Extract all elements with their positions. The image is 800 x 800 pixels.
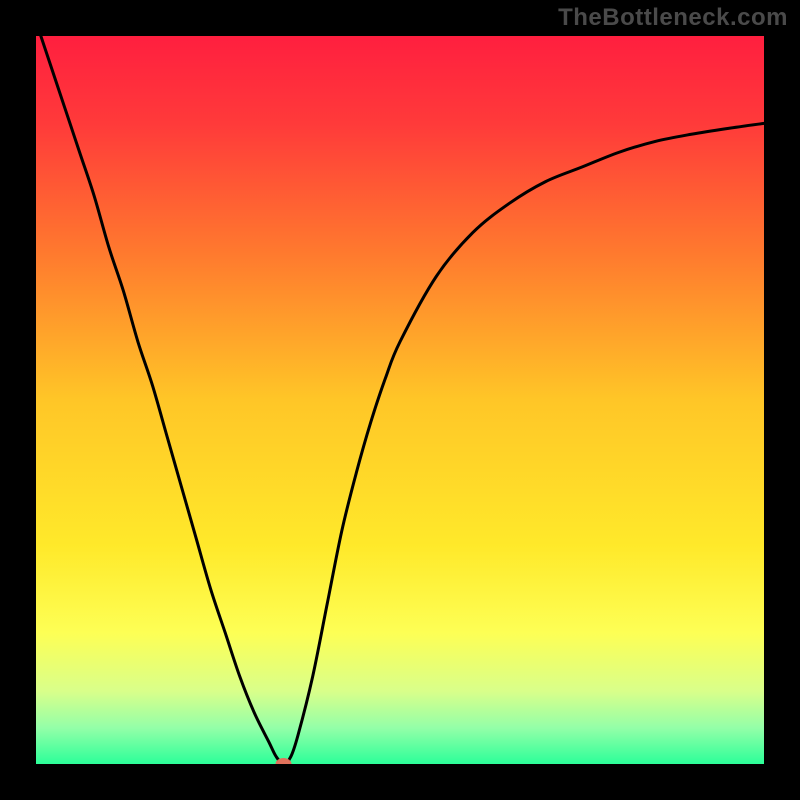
chart-frame: TheBottleneck.com [0, 0, 800, 800]
watermark-text: TheBottleneck.com [558, 4, 788, 32]
bottleneck-chart [36, 36, 764, 764]
plot-background [36, 36, 764, 764]
